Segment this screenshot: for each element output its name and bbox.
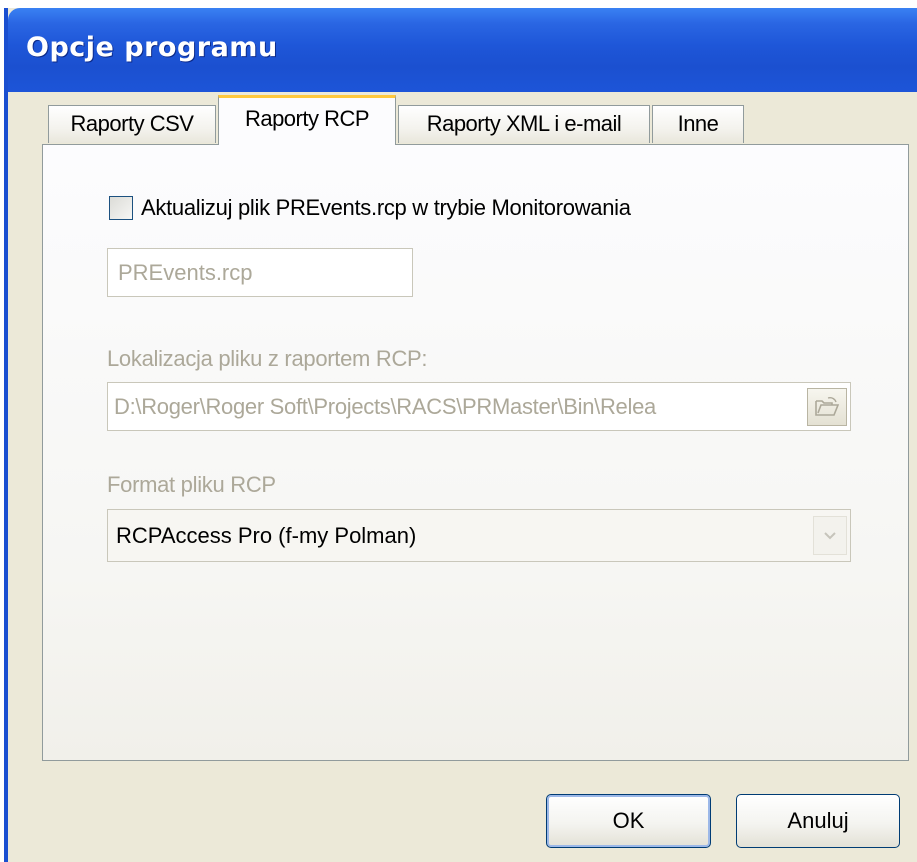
tab-raporty-rcp[interactable]: Raporty RCP	[218, 95, 396, 145]
dropdown-arrow-button[interactable]	[813, 516, 847, 555]
options-dialog: Opcje programu Raporty CSV Raporty RCP R…	[4, 8, 917, 862]
format-dropdown[interactable]: RCPAccess Pro (f-my Polman)	[107, 509, 851, 562]
ok-button[interactable]: OK	[546, 794, 711, 848]
location-path-field[interactable]: D:\Roger\Roger Soft\Projects\RACS\PRMast…	[107, 382, 851, 431]
tab-inne[interactable]: Inne	[652, 105, 744, 143]
update-rcp-checkbox-label[interactable]: Aktualizuj plik PREvents.rcp w trybie Mo…	[141, 195, 631, 221]
format-label: Format pliku RCP	[107, 472, 276, 497]
cancel-button[interactable]: Anuluj	[736, 794, 900, 848]
dialog-client-area: Raporty CSV Raporty RCP Raporty XML i e-…	[8, 92, 917, 862]
rcp-filename-field[interactable]: PREvents.rcp	[107, 248, 413, 297]
update-rcp-option[interactable]: Aktualizuj plik PREvents.rcp w trybie Mo…	[109, 194, 631, 222]
tab-panel-rcp: Aktualizuj plik PREvents.rcp w trybie Mo…	[42, 144, 909, 761]
location-path-value: D:\Roger\Roger Soft\Projects\RACS\PRMast…	[114, 394, 656, 419]
chevron-down-icon	[824, 531, 836, 539]
update-rcp-checkbox[interactable]	[109, 196, 133, 220]
browse-folder-button[interactable]	[807, 388, 847, 426]
location-label: Lokalizacja pliku z raportem RCP:	[107, 346, 428, 371]
title-bar[interactable]: Opcje programu	[8, 8, 917, 92]
tab-raporty-xml-email[interactable]: Raporty XML i e-mail	[398, 105, 650, 143]
format-dropdown-value: RCPAccess Pro (f-my Polman)	[116, 523, 417, 548]
folder-open-icon	[815, 397, 840, 416]
tab-raporty-csv[interactable]: Raporty CSV	[48, 105, 216, 143]
window-title: Opcje programu	[26, 32, 278, 63]
